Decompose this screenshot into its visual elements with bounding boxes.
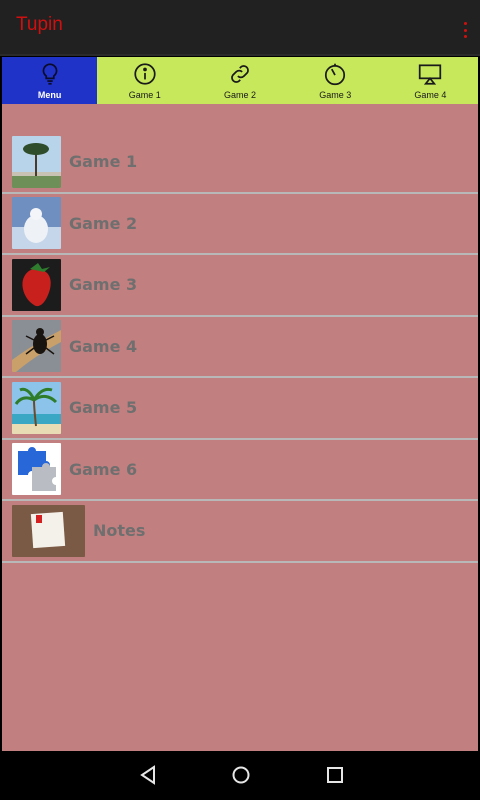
system-nav-bar <box>0 751 480 800</box>
tab-label: Game 1 <box>128 90 161 100</box>
palm-beach-thumbnail <box>12 381 61 434</box>
lightbulb-icon <box>42 63 57 85</box>
list-item-notes[interactable]: Notes <box>2 501 478 563</box>
list-item-label: Notes <box>93 521 146 541</box>
tab-bar: Menu Game 1 Game 2 Game 3 Game 4 <box>2 57 478 104</box>
tab-label: Game 4 <box>414 90 447 100</box>
menu-list: Game 1 Game 2 Game 3 Game 4 Game 5 Game … <box>2 132 478 563</box>
list-item-game-2[interactable]: Game 2 <box>2 194 478 255</box>
beetle-thumbnail <box>12 320 61 373</box>
list-item-game-1[interactable]: Game 1 <box>2 132 478 194</box>
tab-label: Menu <box>37 90 62 100</box>
list-item-label: Game 5 <box>69 398 138 418</box>
cast-icon <box>419 64 442 85</box>
menu-list-panel: Game 1 Game 2 Game 3 Game 4 Game 5 Game … <box>2 104 478 751</box>
app-bar: Tupin <box>0 0 480 56</box>
tab-game-1[interactable]: Game 1 <box>97 57 192 104</box>
list-item-game-3[interactable]: Game 3 <box>2 255 478 317</box>
home-icon[interactable] <box>229 763 253 787</box>
info-icon <box>134 63 156 85</box>
list-item-game-6[interactable]: Game 6 <box>2 440 478 501</box>
tree-thumbnail <box>12 135 61 188</box>
list-item-game-5[interactable]: Game 5 <box>2 378 478 440</box>
app-title: Tupin <box>16 14 63 35</box>
tab-game-3[interactable]: Game 3 <box>288 57 383 104</box>
list-item-game-4[interactable]: Game 4 <box>2 317 478 378</box>
list-item-label: Game 3 <box>69 275 138 295</box>
tab-menu[interactable]: Menu <box>2 57 98 104</box>
polar-bear-thumbnail <box>12 197 61 250</box>
link-icon <box>231 65 249 83</box>
tab-label: Game 3 <box>319 90 352 100</box>
list-item-label: Game 4 <box>69 336 138 356</box>
puzzle-thumbnail <box>12 443 61 496</box>
tab-game-2[interactable]: Game 2 <box>192 57 287 104</box>
back-icon[interactable] <box>136 763 160 787</box>
list-item-label: Game 1 <box>69 152 138 172</box>
tab-label: Game 2 <box>224 90 257 100</box>
overflow-menu-icon[interactable] <box>462 22 468 38</box>
timer-icon <box>325 63 346 86</box>
note-thumbnail <box>12 504 85 557</box>
strawberry-thumbnail <box>12 258 61 311</box>
list-item-label: Game 2 <box>69 213 138 233</box>
recents-icon[interactable] <box>323 763 347 787</box>
tab-game-4[interactable]: Game 4 <box>383 57 478 104</box>
list-item-label: Game 6 <box>69 459 138 479</box>
